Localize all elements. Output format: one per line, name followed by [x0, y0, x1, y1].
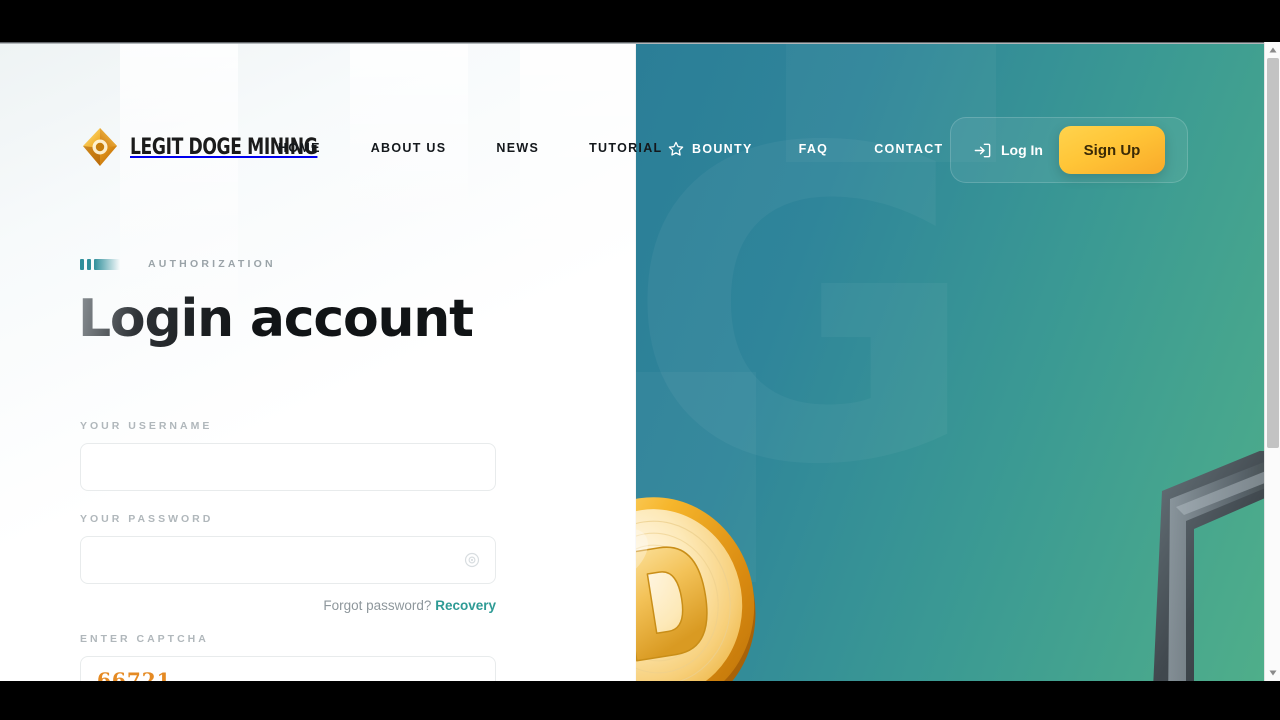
captcha-code: 66721 — [97, 668, 172, 681]
username-field-group: YOUR USERNAME — [80, 420, 496, 491]
letterbox-bottom — [0, 681, 1280, 720]
recovery-link[interactable]: Recovery — [435, 598, 496, 613]
auth-actions: Log In Sign Up — [950, 117, 1188, 183]
eyebrow-label: AUTHORIZATION — [148, 258, 276, 270]
captcha-field-group: ENTER CAPTCHA 66721 — [80, 633, 496, 681]
eye-icon — [464, 552, 480, 568]
nav-item-bounty[interactable]: BOUNTY — [668, 141, 753, 157]
captcha-label: ENTER CAPTCHA — [80, 633, 209, 645]
scroll-down-arrow-icon[interactable] — [1265, 665, 1280, 681]
toggle-password-visibility-button[interactable] — [462, 550, 482, 570]
nav-item-about-us[interactable]: ABOUT US — [371, 141, 447, 155]
site-header: LEGIT DOGE MINING HOME ABOUT US NEWS TUT… — [0, 42, 1264, 183]
login-arrow-icon — [974, 143, 991, 157]
laptop-corner-illustration — [1153, 451, 1264, 681]
secondary-nav: BOUNTY FAQ CONTACT — [668, 141, 943, 157]
login-form: YOUR USERNAME YOUR PASSWORD Forgot passw… — [80, 420, 496, 681]
eyebrow-bars-icon — [80, 258, 120, 270]
password-label: YOUR PASSWORD — [80, 513, 214, 525]
nav-item-faq[interactable]: FAQ — [799, 142, 829, 156]
log-in-label: Log In — [1001, 142, 1043, 158]
vertical-scrollbar[interactable] — [1264, 42, 1280, 681]
dogecoin-icon — [636, 497, 756, 681]
nav-item-bounty-label: BOUNTY — [692, 142, 753, 156]
nav-item-tutorial[interactable]: TUTORIAL — [589, 141, 662, 155]
captcha-display[interactable]: 66721 — [80, 656, 496, 681]
gold-diamond-gem-icon — [83, 128, 117, 166]
log-in-button[interactable]: Log In — [973, 141, 1043, 160]
scroll-up-arrow-icon[interactable] — [1265, 42, 1280, 58]
nav-item-contact[interactable]: CONTACT — [874, 142, 943, 156]
nav-item-news[interactable]: NEWS — [496, 141, 539, 155]
password-input[interactable] — [80, 536, 496, 584]
nav-item-home[interactable]: HOME — [278, 141, 321, 155]
section-eyebrow: AUTHORIZATION — [80, 258, 276, 270]
username-label: YOUR USERNAME — [80, 420, 213, 432]
forgot-password-text: Forgot password? — [323, 598, 432, 613]
login-page: G — [0, 42, 1280, 681]
watermark-block-1 — [636, 372, 756, 582]
browser-viewport: G — [0, 42, 1280, 681]
sign-up-button[interactable]: Sign Up — [1059, 126, 1165, 174]
page-title: Login account — [78, 289, 474, 349]
screen: G — [0, 0, 1280, 720]
letterbox-top — [0, 0, 1280, 42]
primary-nav: HOME ABOUT US NEWS TUTORIAL — [278, 141, 662, 155]
star-outline-icon — [668, 141, 684, 156]
forgot-password-row: Forgot password? Recovery — [80, 598, 496, 613]
username-input[interactable] — [80, 443, 496, 491]
scrollbar-thumb[interactable] — [1267, 58, 1279, 448]
password-field-group: YOUR PASSWORD — [80, 513, 496, 584]
